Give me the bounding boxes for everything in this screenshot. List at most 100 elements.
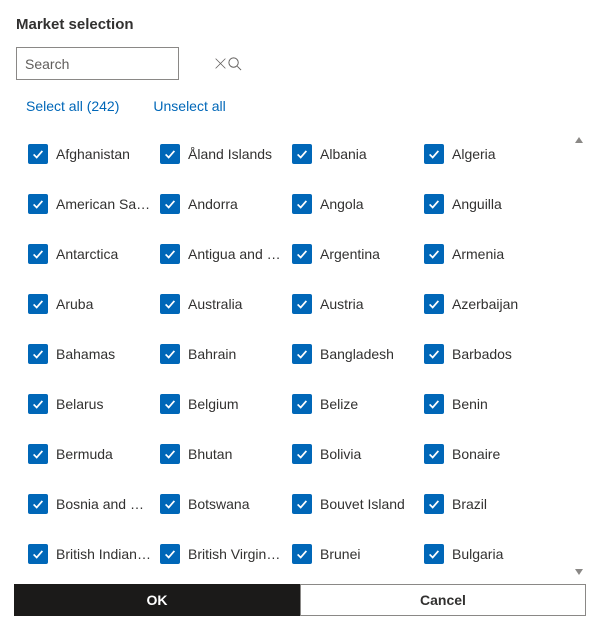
select-all-link[interactable]: Select all (242) bbox=[26, 98, 119, 114]
checkbox[interactable] bbox=[160, 494, 180, 514]
market-item[interactable]: Afghanistan bbox=[28, 144, 160, 164]
market-item[interactable]: Benin bbox=[424, 394, 556, 414]
unselect-all-link[interactable]: Unselect all bbox=[153, 98, 225, 114]
market-item[interactable]: Barbados bbox=[424, 344, 556, 364]
market-label: Afghanistan bbox=[56, 146, 160, 162]
checkbox[interactable] bbox=[292, 294, 312, 314]
checkbox[interactable] bbox=[292, 194, 312, 214]
market-label: Bahamas bbox=[56, 346, 160, 362]
market-item[interactable]: British Virgin Islands bbox=[160, 544, 292, 564]
checkbox[interactable] bbox=[160, 394, 180, 414]
checkbox[interactable] bbox=[28, 244, 48, 264]
checkbox[interactable] bbox=[292, 344, 312, 364]
checkbox[interactable] bbox=[292, 394, 312, 414]
cancel-button[interactable]: Cancel bbox=[300, 584, 586, 616]
checkbox[interactable] bbox=[28, 194, 48, 214]
checkbox[interactable] bbox=[28, 494, 48, 514]
checkbox[interactable] bbox=[292, 444, 312, 464]
checkbox[interactable] bbox=[28, 294, 48, 314]
market-label: British Virgin Islands bbox=[188, 546, 292, 562]
checkbox[interactable] bbox=[424, 144, 444, 164]
market-item[interactable]: Azerbaijan bbox=[424, 294, 556, 314]
checkbox[interactable] bbox=[28, 444, 48, 464]
market-item[interactable]: Bangladesh bbox=[292, 344, 424, 364]
market-item[interactable]: Bolivia bbox=[292, 444, 424, 464]
market-item[interactable]: Angola bbox=[292, 194, 424, 214]
checkbox[interactable] bbox=[160, 294, 180, 314]
checkbox[interactable] bbox=[160, 544, 180, 564]
market-item[interactable]: Brunei bbox=[292, 544, 424, 564]
search-box[interactable] bbox=[16, 47, 179, 80]
market-label: Benin bbox=[452, 396, 556, 412]
checkbox[interactable] bbox=[424, 544, 444, 564]
market-label: Brunei bbox=[320, 546, 424, 562]
market-label: Bulgaria bbox=[452, 546, 556, 562]
market-label: Aruba bbox=[56, 296, 160, 312]
checkbox[interactable] bbox=[424, 494, 444, 514]
market-item[interactable]: Armenia bbox=[424, 244, 556, 264]
market-list-scroll[interactable]: AfghanistanÅland IslandsAlbaniaAlgeria Am… bbox=[14, 132, 586, 574]
market-item[interactable]: Belize bbox=[292, 394, 424, 414]
market-label: Armenia bbox=[452, 246, 556, 262]
checkbox[interactable] bbox=[292, 494, 312, 514]
market-label: Belgium bbox=[188, 396, 292, 412]
market-item[interactable]: Bosnia and Herzegovina bbox=[28, 494, 160, 514]
market-item[interactable]: Bermuda bbox=[28, 444, 160, 464]
checkbox[interactable] bbox=[160, 244, 180, 264]
market-item[interactable]: Austria bbox=[292, 294, 424, 314]
market-item[interactable]: Argentina bbox=[292, 244, 424, 264]
checkbox[interactable] bbox=[424, 394, 444, 414]
search-input[interactable] bbox=[17, 56, 214, 72]
clear-icon[interactable] bbox=[214, 48, 227, 79]
market-item[interactable]: Bonaire bbox=[424, 444, 556, 464]
search-icon[interactable] bbox=[227, 48, 242, 79]
checkbox[interactable] bbox=[424, 244, 444, 264]
market-item[interactable]: Belarus bbox=[28, 394, 160, 414]
market-item[interactable]: Bhutan bbox=[160, 444, 292, 464]
checkbox[interactable] bbox=[424, 194, 444, 214]
checkbox[interactable] bbox=[28, 144, 48, 164]
market-item[interactable]: Australia bbox=[160, 294, 292, 314]
checkbox[interactable] bbox=[292, 244, 312, 264]
checkbox[interactable] bbox=[424, 444, 444, 464]
checkbox[interactable] bbox=[28, 344, 48, 364]
market-label: Barbados bbox=[452, 346, 556, 362]
checkbox[interactable] bbox=[160, 444, 180, 464]
market-item[interactable]: British Indian Ocean Territory bbox=[28, 544, 160, 564]
bulk-action-row: Select all (242) Unselect all bbox=[26, 98, 586, 114]
market-item[interactable]: Albania bbox=[292, 144, 424, 164]
market-item[interactable]: Antigua and Barbuda bbox=[160, 244, 292, 264]
ok-button[interactable]: OK bbox=[14, 584, 300, 616]
market-label: Bosnia and Herzegovina bbox=[56, 496, 160, 512]
checkbox[interactable] bbox=[292, 144, 312, 164]
market-label: Bhutan bbox=[188, 446, 292, 462]
market-item[interactable]: Bouvet Island bbox=[292, 494, 424, 514]
market-label: Botswana bbox=[188, 496, 292, 512]
market-label: Antarctica bbox=[56, 246, 160, 262]
checkbox[interactable] bbox=[424, 344, 444, 364]
market-item[interactable]: Bahamas bbox=[28, 344, 160, 364]
market-item[interactable]: Bahrain bbox=[160, 344, 292, 364]
checkbox[interactable] bbox=[160, 344, 180, 364]
market-item[interactable]: Andorra bbox=[160, 194, 292, 214]
market-item[interactable]: Belgium bbox=[160, 394, 292, 414]
checkbox[interactable] bbox=[292, 544, 312, 564]
checkbox[interactable] bbox=[160, 194, 180, 214]
market-item[interactable]: Brazil bbox=[424, 494, 556, 514]
checkbox[interactable] bbox=[28, 544, 48, 564]
market-item[interactable]: Aruba bbox=[28, 294, 160, 314]
market-label: Bouvet Island bbox=[320, 496, 424, 512]
market-item[interactable]: Bulgaria bbox=[424, 544, 556, 564]
market-item[interactable]: Åland Islands bbox=[160, 144, 292, 164]
checkbox[interactable] bbox=[28, 394, 48, 414]
market-label: Argentina bbox=[320, 246, 424, 262]
market-item[interactable]: Botswana bbox=[160, 494, 292, 514]
checkbox[interactable] bbox=[160, 144, 180, 164]
market-item[interactable]: Antarctica bbox=[28, 244, 160, 264]
market-label: British Indian Ocean Territory bbox=[56, 546, 160, 562]
market-item[interactable]: Anguilla bbox=[424, 194, 556, 214]
market-item[interactable]: American Samoa bbox=[28, 194, 160, 214]
checkbox[interactable] bbox=[424, 294, 444, 314]
market-item[interactable]: Algeria bbox=[424, 144, 556, 164]
market-label: Andorra bbox=[188, 196, 292, 212]
